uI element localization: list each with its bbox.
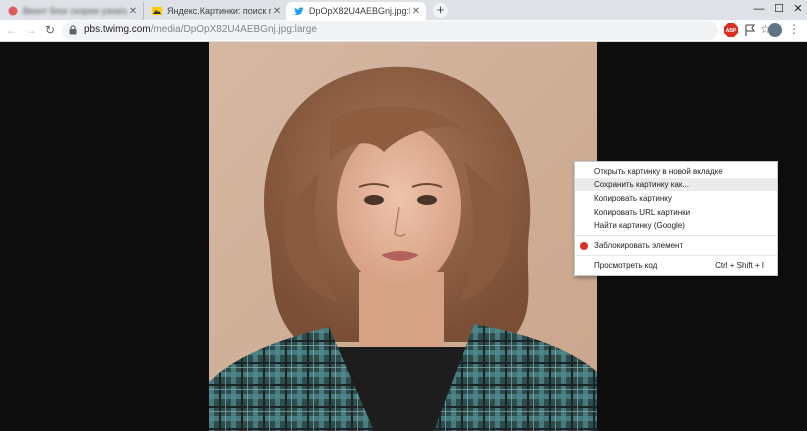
menu-item-inspect[interactable]: Просмотреть код Ctrl + Shift + I — [575, 259, 777, 272]
menu-item-block-element[interactable]: Заблокировать элемент — [575, 239, 777, 252]
adblock-icon — [580, 242, 588, 250]
menu-dots-icon[interactable]: ⋮ — [788, 22, 800, 36]
menu-item-search-image-google[interactable]: Найти картинку (Google) — [575, 219, 777, 232]
minimize-button[interactable]: — — [750, 0, 768, 18]
url-host: pbs.twimg.com — [84, 24, 151, 35]
forward-button[interactable]: → — [23, 22, 39, 38]
tab-title: DpOpX82U4AEBGnj.jpg:large (10… — [309, 6, 410, 16]
flag-icon[interactable] — [743, 23, 757, 37]
yandex-images-icon — [152, 6, 162, 16]
browser-toolbar: ← → ↻ pbs.twimg.com/media/DpOpX82U4AEBGn… — [0, 20, 807, 42]
menu-item-label: Просмотреть код — [594, 261, 658, 270]
context-menu: Открыть картинку в новой вкладке Сохрани… — [574, 161, 778, 276]
tab-active[interactable]: DpOpX82U4AEBGnj.jpg:large (10… ✕ — [286, 2, 426, 20]
back-button[interactable]: ← — [4, 22, 20, 38]
displayed-image[interactable] — [209, 42, 597, 431]
menu-separator — [575, 255, 777, 256]
tab-close-icon[interactable]: ✕ — [127, 6, 139, 17]
svg-text:ABP: ABP — [726, 28, 737, 34]
close-window-button[interactable]: ✕ — [789, 0, 807, 18]
url-path: /media/DpOpX82U4AEBGnj.jpg:large — [150, 24, 317, 35]
menu-item-label: Найти картинку (Google) — [594, 221, 685, 230]
tab-close-icon[interactable]: ✕ — [271, 6, 283, 17]
tab-close-icon[interactable]: ✕ — [410, 6, 422, 17]
menu-item-copy-image-url[interactable]: Копировать URL картинки — [575, 206, 777, 219]
menu-item-label: Сохранить картинку как... — [594, 180, 690, 189]
new-tab-button[interactable]: + — [433, 3, 448, 18]
menu-item-shortcut: Ctrl + Shift + I — [715, 261, 764, 270]
tab-title: Вконт блог скорее узнать… — [23, 6, 127, 16]
menu-item-save-image-as[interactable]: Сохранить картинку как... — [575, 178, 777, 191]
tab-2[interactable]: Яндекс.Картинки: поиск по карт… ✕ — [143, 2, 287, 20]
tab-title: Яндекс.Картинки: поиск по карт… — [167, 6, 271, 16]
address-bar[interactable]: pbs.twimg.com/media/DpOpX82U4AEBGnj.jpg:… — [62, 21, 771, 40]
adblock-icon[interactable]: ABP — [724, 23, 738, 37]
url-text: pbs.twimg.com/media/DpOpX82U4AEBGnj.jpg:… — [84, 24, 317, 35]
lock-icon — [69, 25, 77, 35]
maximize-button[interactable]: ☐ — [770, 0, 788, 18]
menu-separator — [575, 235, 777, 236]
twitter-bird-icon — [294, 6, 304, 16]
tab-favicon-icon — [8, 6, 18, 16]
menu-item-copy-image[interactable]: Копировать картинку — [575, 192, 777, 205]
tab-strip: Вконт блог скорее узнать… ✕ Яндекс.Карти… — [0, 0, 807, 20]
menu-item-label: Заблокировать элемент — [594, 241, 684, 250]
menu-item-label: Открыть картинку в новой вкладке — [594, 167, 723, 176]
reload-button[interactable]: ↻ — [42, 22, 58, 38]
page-viewport: Открыть картинку в новой вкладке Сохрани… — [0, 42, 807, 431]
menu-item-label: Копировать URL картинки — [594, 208, 691, 217]
tab-1[interactable]: Вконт блог скорее узнать… ✕ — [0, 2, 143, 20]
menu-item-label: Копировать картинку — [594, 194, 672, 203]
menu-item-open-image-new-tab[interactable]: Открыть картинку в новой вкладке — [575, 165, 777, 178]
avatar-icon[interactable] — [768, 23, 782, 37]
